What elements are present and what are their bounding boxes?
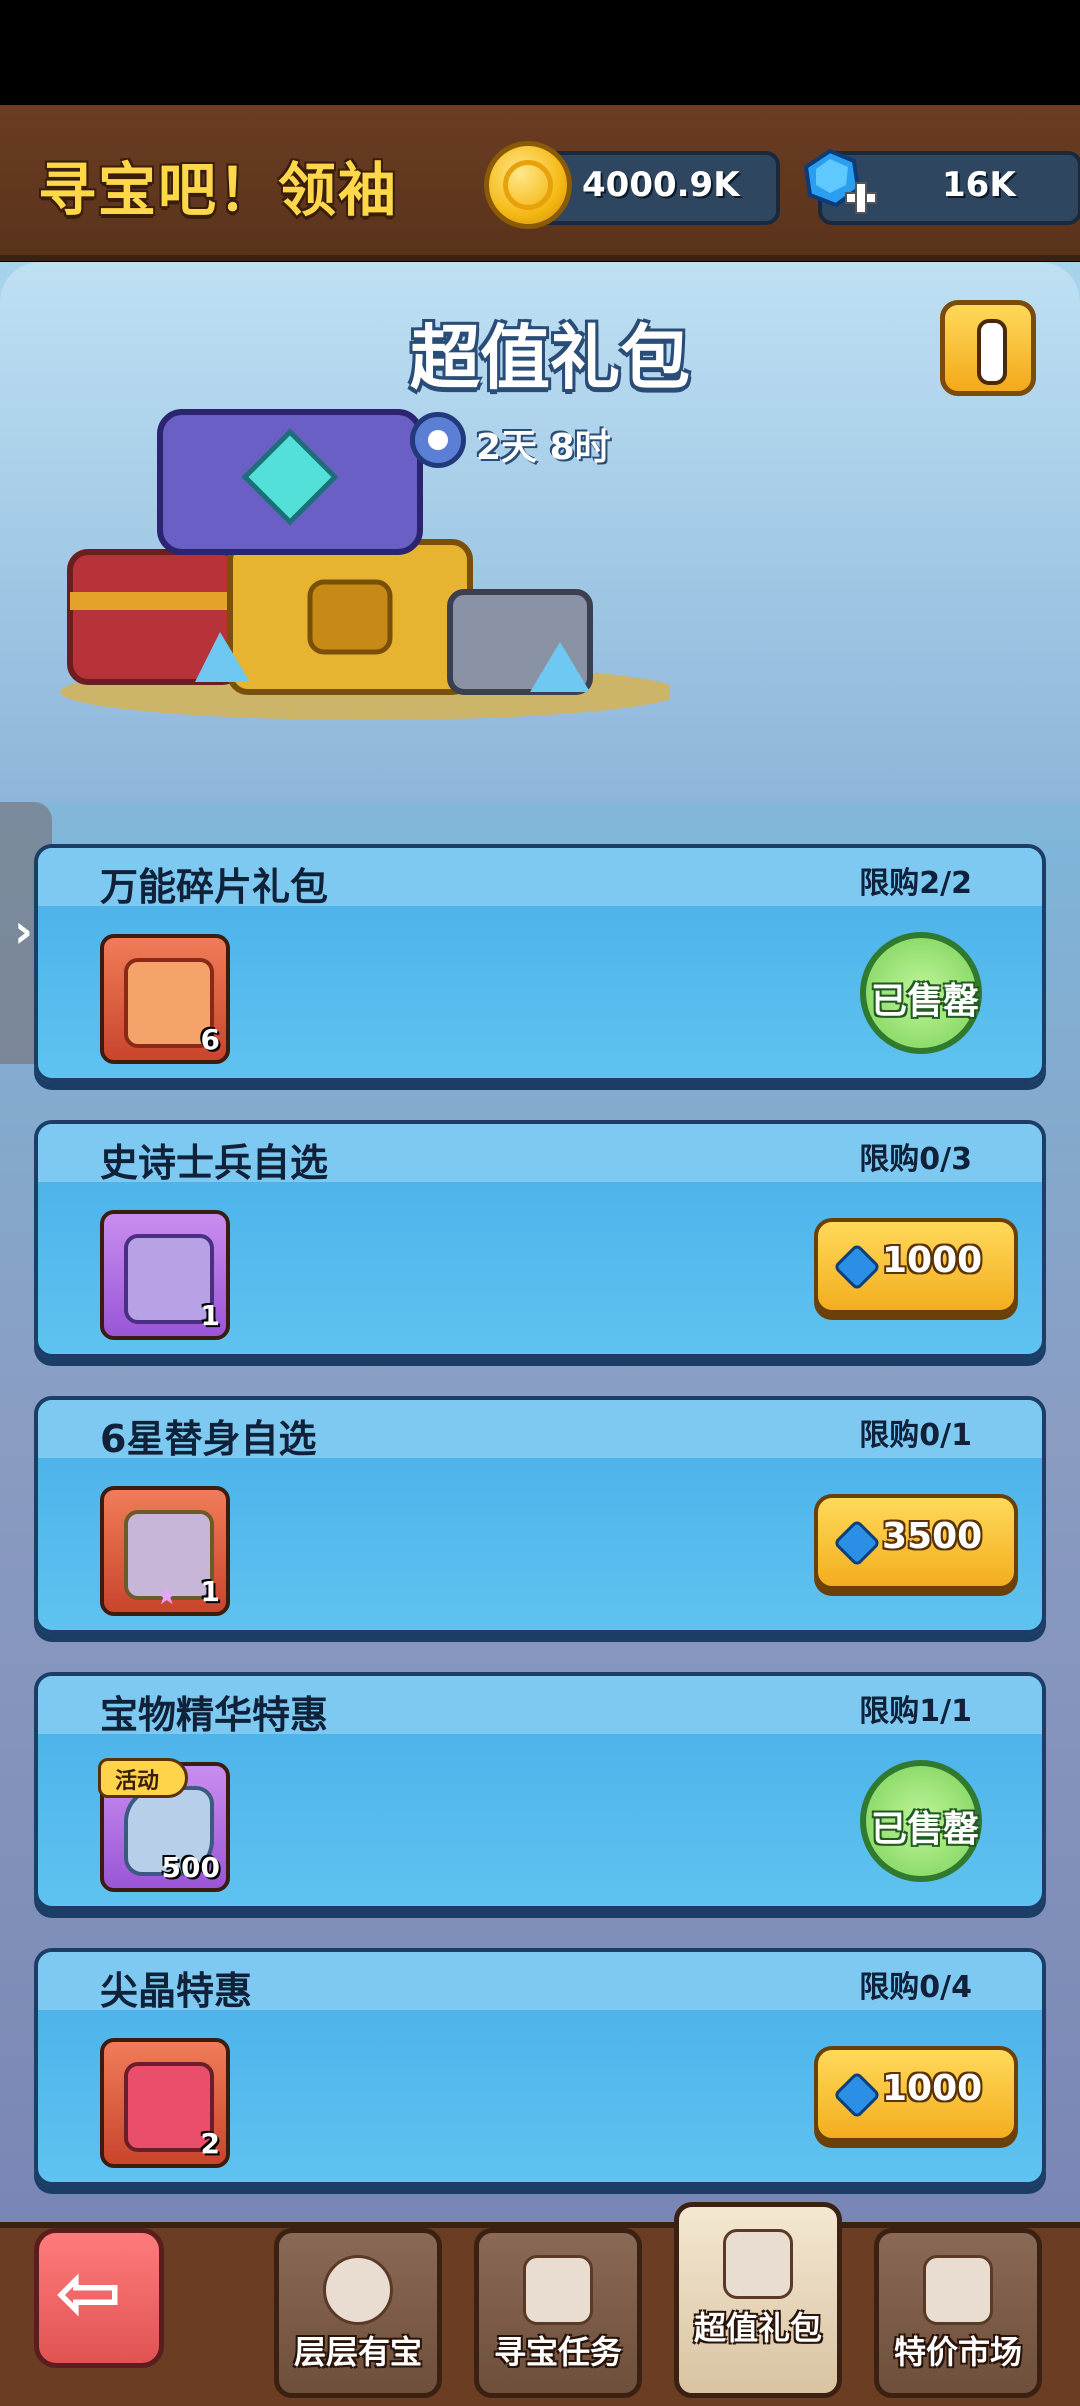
gem-plus-icon[interactable] — [800, 147, 880, 227]
item-tile[interactable]: 活动 500 — [98, 1758, 230, 1892]
clipboard-icon — [523, 2255, 593, 2325]
item-count: 6 — [200, 1023, 220, 1056]
back-button[interactable]: ⇦ — [34, 2228, 164, 2368]
coin-value: 4000.9K — [582, 165, 740, 205]
item-tile[interactable]: 2 — [100, 2038, 230, 2168]
item-tile[interactable]: ★ 1 — [100, 1486, 230, 1616]
tab-market[interactable]: 特价市场 — [874, 2228, 1042, 2398]
purchase-limit: 限购2/2 — [859, 866, 972, 901]
star-icon: ★ — [156, 1582, 178, 1610]
item-count: 2 — [200, 2127, 220, 2160]
sold-out-badge: 已售罄 — [860, 932, 982, 1054]
offer-card: 史诗士兵自选 限购0/3 1 1000 — [34, 1120, 1046, 1358]
purchase-limit: 限购1/1 — [859, 1694, 972, 1729]
item-count: 1 — [200, 1575, 220, 1608]
tab-label: 层层有宝 — [293, 2333, 422, 2371]
purchase-limit: 限购0/3 — [859, 1142, 972, 1177]
buy-button[interactable]: 1000 — [814, 2046, 1018, 2142]
offer-card: 尖晶特惠 限购0/4 2 1000 — [34, 1948, 1046, 2186]
offer-name: 6星替身自选 — [100, 1417, 317, 1461]
buy-button[interactable]: 3500 — [814, 1494, 1018, 1590]
info-button[interactable] — [940, 300, 1036, 396]
item-tile[interactable]: 6 — [100, 934, 230, 1064]
tab-label: 超值礼包 — [693, 2309, 822, 2347]
tab-value-packs[interactable]: 超值礼包 — [674, 2202, 842, 2398]
coin-icon — [484, 141, 572, 229]
offer-card: 6星替身自选 限购0/1 ★ 1 3500 — [34, 1396, 1046, 1634]
event-badge: 活动 — [98, 1758, 188, 1798]
chevron-right-icon: › — [14, 904, 33, 958]
game-title: 寻宝吧！领袖 — [38, 156, 399, 224]
main-panel: 超值礼包 2天 8时 › 万能碎片礼包 限购2/2 6 已售罄 史诗士兵自选 限… — [0, 262, 1080, 2222]
gem-icon — [832, 1518, 882, 1568]
tab-quests[interactable]: 寻宝任务 — [474, 2228, 642, 2398]
status-bar — [0, 0, 1080, 105]
gem-icon — [832, 2070, 882, 2120]
tab-label: 寻宝任务 — [493, 2333, 622, 2371]
gem-value: 16K — [942, 165, 1016, 205]
clock-icon — [410, 412, 466, 468]
tab-layers[interactable]: 层层有宝 — [274, 2228, 442, 2398]
top-bar: 寻宝吧！领袖 4000.9K 16K — [0, 105, 1080, 261]
purchase-limit: 限购0/1 — [859, 1418, 972, 1453]
item-tile[interactable]: 1 — [100, 1210, 230, 1340]
offer-name: 史诗士兵自选 — [100, 1141, 329, 1185]
item-count: 500 — [161, 1851, 220, 1884]
gift-box-icon — [723, 2229, 793, 2299]
bottom-nav: ⇦ 层层有宝 寻宝任务 超值礼包 特价市场 — [0, 2202, 1080, 2406]
hero-title: 超值礼包 — [410, 317, 690, 399]
price-value: 1000 — [882, 2068, 983, 2109]
offer-name: 宝物精华特惠 — [100, 1693, 329, 1737]
back-arrow-icon: ⇦ — [55, 2246, 123, 2339]
offer-name: 万能碎片礼包 — [100, 865, 329, 909]
gem-icon — [832, 1242, 882, 1292]
shop-icon — [923, 2255, 993, 2325]
price-value: 1000 — [882, 1240, 983, 1281]
tab-label: 特价市场 — [893, 2333, 1022, 2371]
hero-banner: 超值礼包 2天 8时 — [0, 262, 1080, 802]
price-value: 3500 — [882, 1516, 983, 1557]
layers-icon — [323, 2255, 393, 2325]
timer-text: 2天 8时 — [476, 427, 611, 468]
item-count: 1 — [200, 1299, 220, 1332]
offer-card: 宝物精华特惠 限购1/1 活动 500 已售罄 — [34, 1672, 1046, 1910]
offer-name: 尖晶特惠 — [100, 1969, 253, 2013]
sold-out-badge: 已售罄 — [860, 1760, 982, 1882]
buy-button[interactable]: 1000 — [814, 1218, 1018, 1314]
purchase-limit: 限购0/4 — [859, 1970, 972, 2005]
offer-card: 万能碎片礼包 限购2/2 6 已售罄 — [34, 844, 1046, 1082]
